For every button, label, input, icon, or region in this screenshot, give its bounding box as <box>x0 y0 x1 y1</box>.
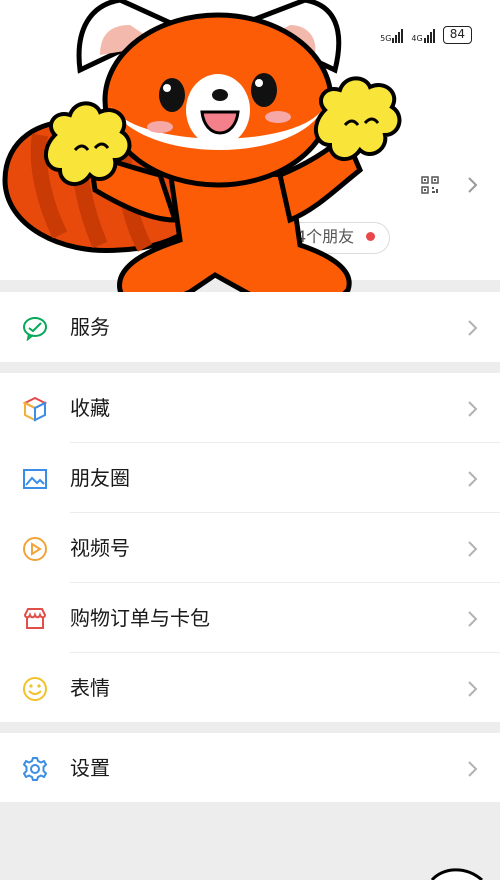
chevron-right-icon <box>468 681 478 697</box>
play-circle-icon <box>23 537 47 561</box>
menu-label-orders: 购物订单与卡包 <box>70 606 210 630</box>
signal-bars-icon <box>423 27 435 43</box>
wechat-pay-check-icon <box>23 317 47 341</box>
service-section: 服务 <box>0 292 500 362</box>
chevron-right-icon[interactable] <box>466 176 478 194</box>
features-section: 收藏 朋友圈 视频号 购物订单与卡包 表情 <box>0 373 500 722</box>
chevron-right-icon <box>468 761 478 777</box>
signal-4g: 4G <box>411 27 435 43</box>
menu-item-service[interactable]: 服务 <box>0 292 500 362</box>
chevron-right-icon <box>468 611 478 627</box>
menu-label-channels: 视频号 <box>70 536 130 560</box>
menu-label-stickers: 表情 <box>70 676 110 700</box>
menu-item-orders[interactable]: 购物订单与卡包 <box>0 583 500 653</box>
shop-card-icon <box>23 608 47 629</box>
battery-indicator: 84 <box>442 26 472 44</box>
floating-sticker-edge <box>430 868 483 880</box>
chevron-right-icon <box>468 320 478 336</box>
cube-icon <box>22 396 48 422</box>
menu-item-favorites[interactable]: 收藏 <box>0 373 500 443</box>
menu-label-settings: 设置 <box>70 756 110 780</box>
smiley-icon <box>23 677 47 701</box>
qr-code-icon[interactable] <box>421 176 439 194</box>
chevron-right-icon <box>468 471 478 487</box>
menu-label-favorites: 收藏 <box>70 396 110 420</box>
network-4g-label: 4G <box>411 34 423 43</box>
menu-item-settings[interactable]: 设置 <box>0 733 500 803</box>
menu-item-stickers[interactable]: 表情 <box>0 653 500 723</box>
settings-section: 设置 <box>0 733 500 802</box>
chevron-right-icon <box>468 541 478 557</box>
menu-label-service: 服务 <box>70 315 110 339</box>
chevron-right-icon <box>468 401 478 417</box>
menu-item-channels[interactable]: 视频号 <box>0 513 500 583</box>
red-panda-sticker <box>2 0 402 312</box>
menu-item-moments[interactable]: 朋友圈 <box>0 443 500 513</box>
gear-icon <box>23 757 47 781</box>
menu-label-moments: 朋友圈 <box>70 466 130 490</box>
picture-icon <box>23 469 47 489</box>
